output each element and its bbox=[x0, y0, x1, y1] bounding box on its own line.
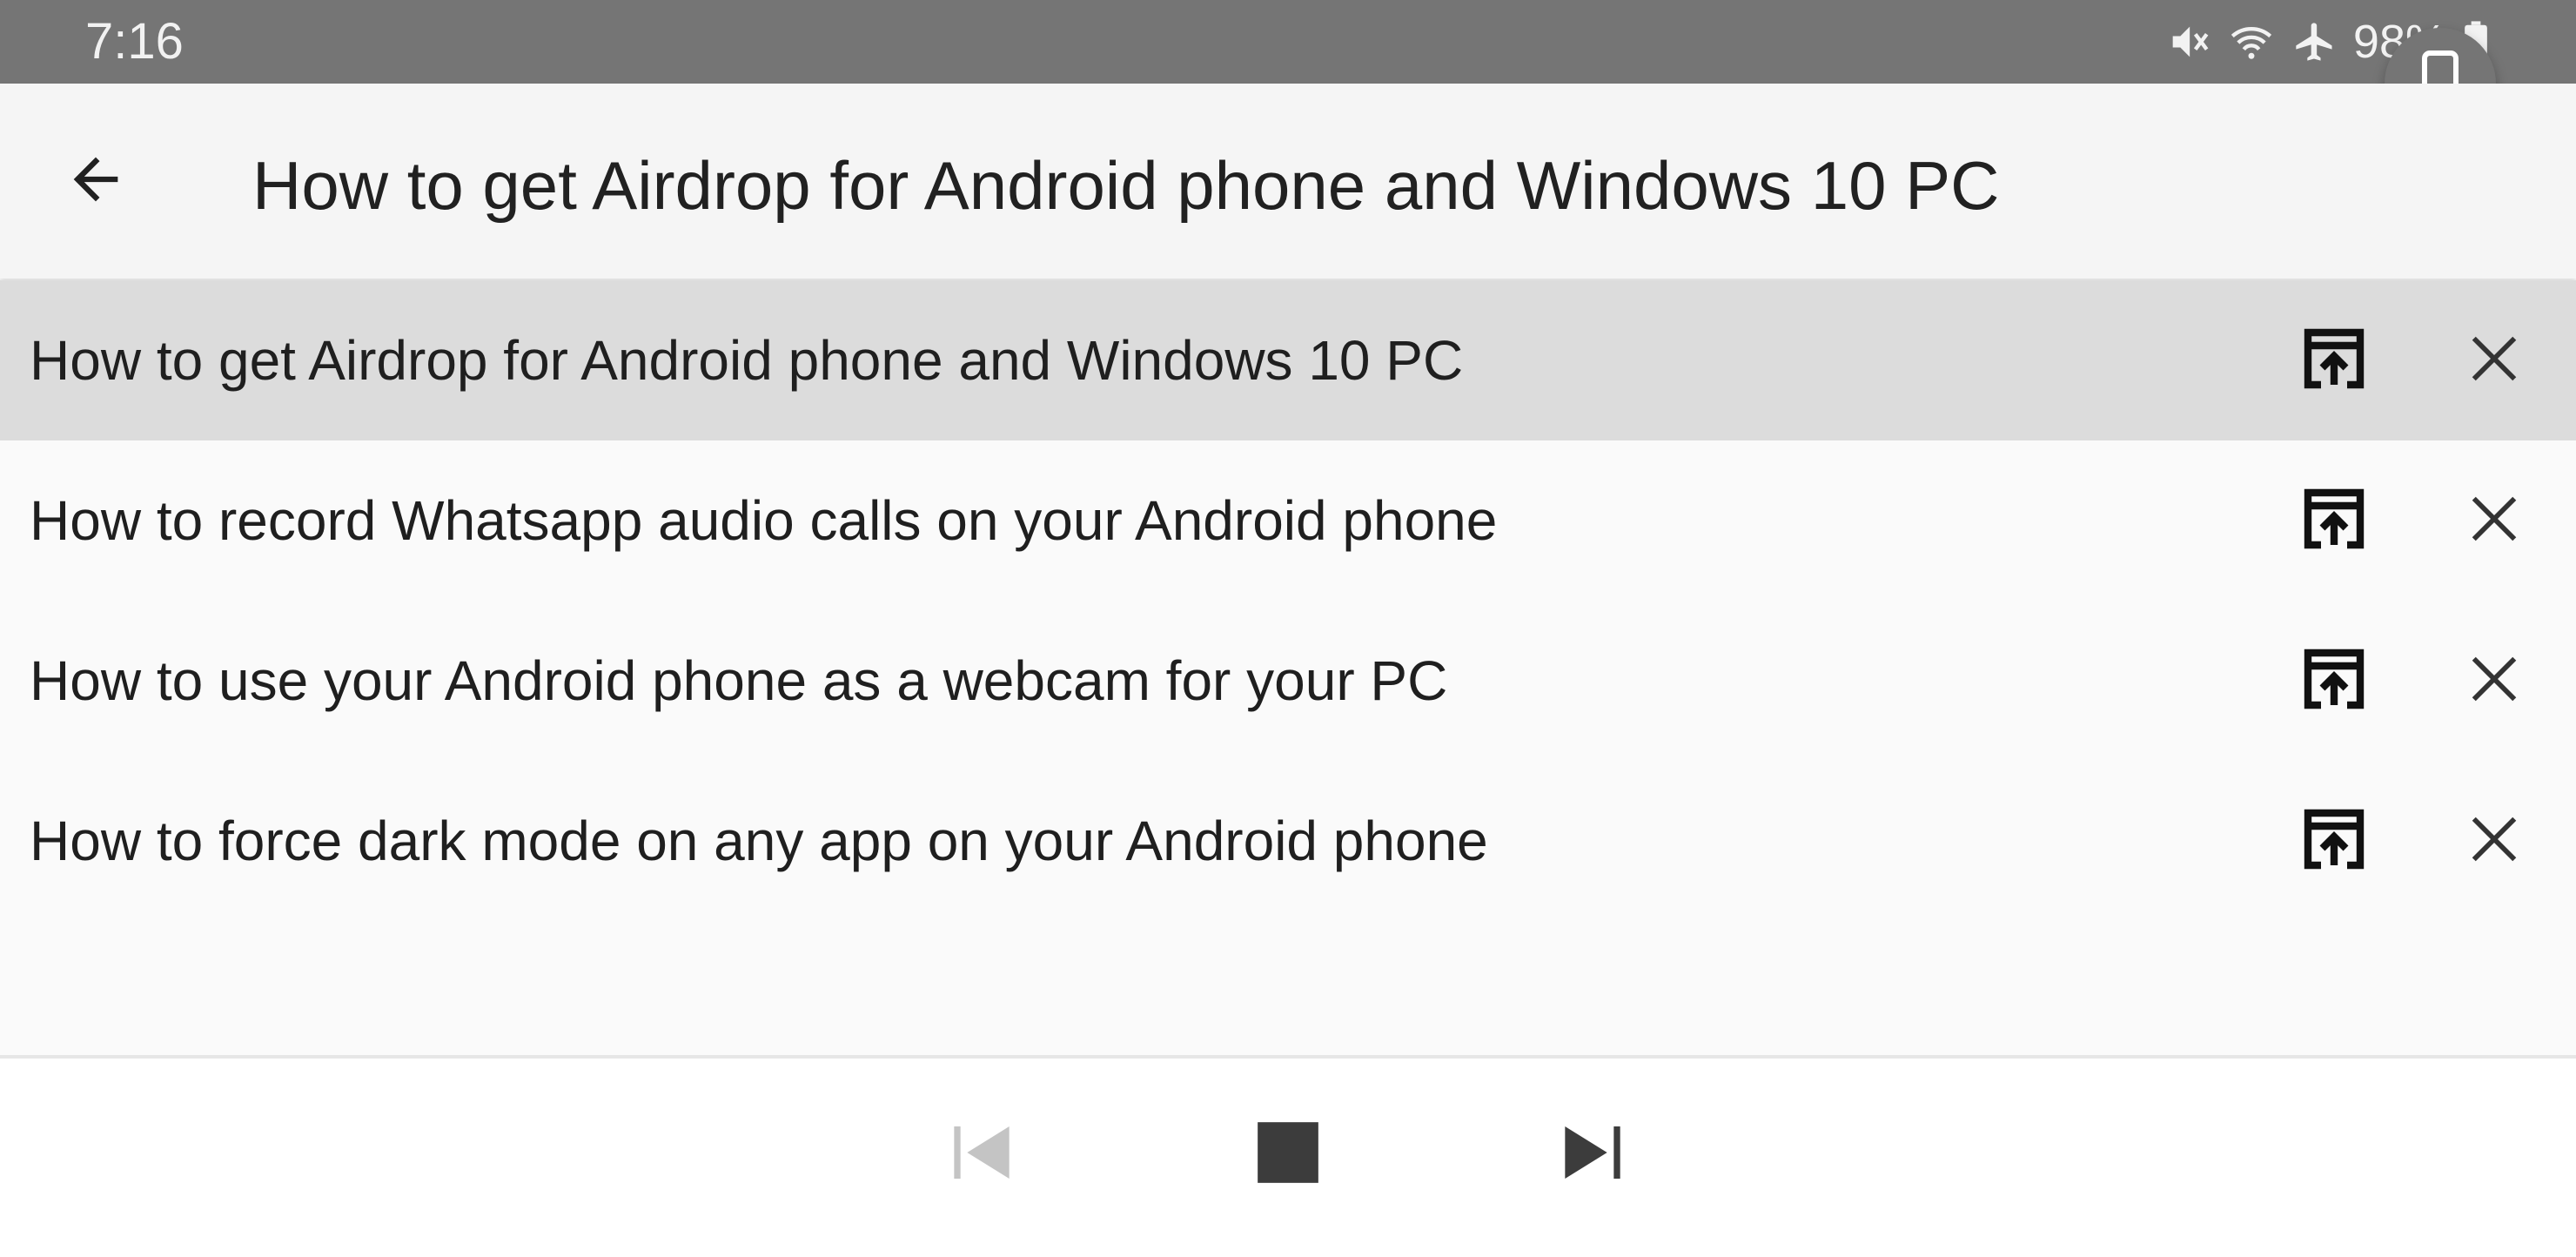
list-item-label: How to use your Android phone as a webca… bbox=[30, 649, 1448, 712]
remove-button[interactable] bbox=[2459, 806, 2529, 876]
open-button[interactable] bbox=[2298, 326, 2371, 395]
close-icon bbox=[2467, 652, 2521, 710]
wifi-icon bbox=[2226, 19, 2277, 64]
list-item-label: How to get Airdrop for Android phone and… bbox=[30, 329, 1464, 392]
remove-button[interactable] bbox=[2459, 326, 2529, 395]
next-button[interactable] bbox=[1551, 1112, 1634, 1196]
arrow-back-icon bbox=[63, 146, 129, 217]
list-item-label: How to record Whatsapp audio calls on yo… bbox=[30, 489, 1498, 552]
list-item-label: How to force dark mode on any app on you… bbox=[30, 810, 1488, 872]
player-controls bbox=[0, 1055, 2576, 1257]
list-item[interactable]: How to use your Android phone as a webca… bbox=[0, 601, 2576, 761]
list-item[interactable]: How to get Airdrop for Android phone and… bbox=[0, 280, 2576, 440]
open-button[interactable] bbox=[2298, 486, 2371, 555]
vibrate-mute-icon bbox=[2165, 19, 2210, 64]
page-title: How to get Airdrop for Android phone and… bbox=[252, 147, 2000, 224]
close-icon bbox=[2467, 812, 2521, 870]
stop-icon bbox=[1255, 1119, 1321, 1190]
open-button[interactable] bbox=[2298, 646, 2371, 716]
stop-button[interactable] bbox=[1246, 1112, 1330, 1196]
previous-button[interactable] bbox=[940, 1112, 1023, 1196]
back-button[interactable] bbox=[52, 138, 139, 225]
status-bar: 7:16 98% bbox=[0, 0, 2576, 84]
open-in-icon bbox=[2300, 327, 2368, 394]
airplane-mode-icon bbox=[2292, 19, 2338, 64]
skip-previous-icon bbox=[947, 1118, 1016, 1192]
open-button[interactable] bbox=[2298, 806, 2371, 876]
status-time: 7:16 bbox=[85, 13, 184, 70]
list-item[interactable]: How to force dark mode on any app on you… bbox=[0, 761, 2576, 921]
skip-next-icon bbox=[1558, 1118, 1627, 1192]
open-in-icon bbox=[2300, 648, 2368, 715]
close-icon bbox=[2467, 492, 2521, 550]
app-bar: How to get Airdrop for Android phone and… bbox=[0, 84, 2576, 279]
list-item[interactable]: How to record Whatsapp audio calls on yo… bbox=[0, 440, 2576, 601]
close-icon bbox=[2467, 332, 2521, 390]
remove-button[interactable] bbox=[2459, 486, 2529, 555]
open-in-icon bbox=[2300, 808, 2368, 875]
open-in-icon bbox=[2300, 487, 2368, 555]
article-list: How to get Airdrop for Android phone and… bbox=[0, 280, 2576, 921]
remove-button[interactable] bbox=[2459, 646, 2529, 716]
